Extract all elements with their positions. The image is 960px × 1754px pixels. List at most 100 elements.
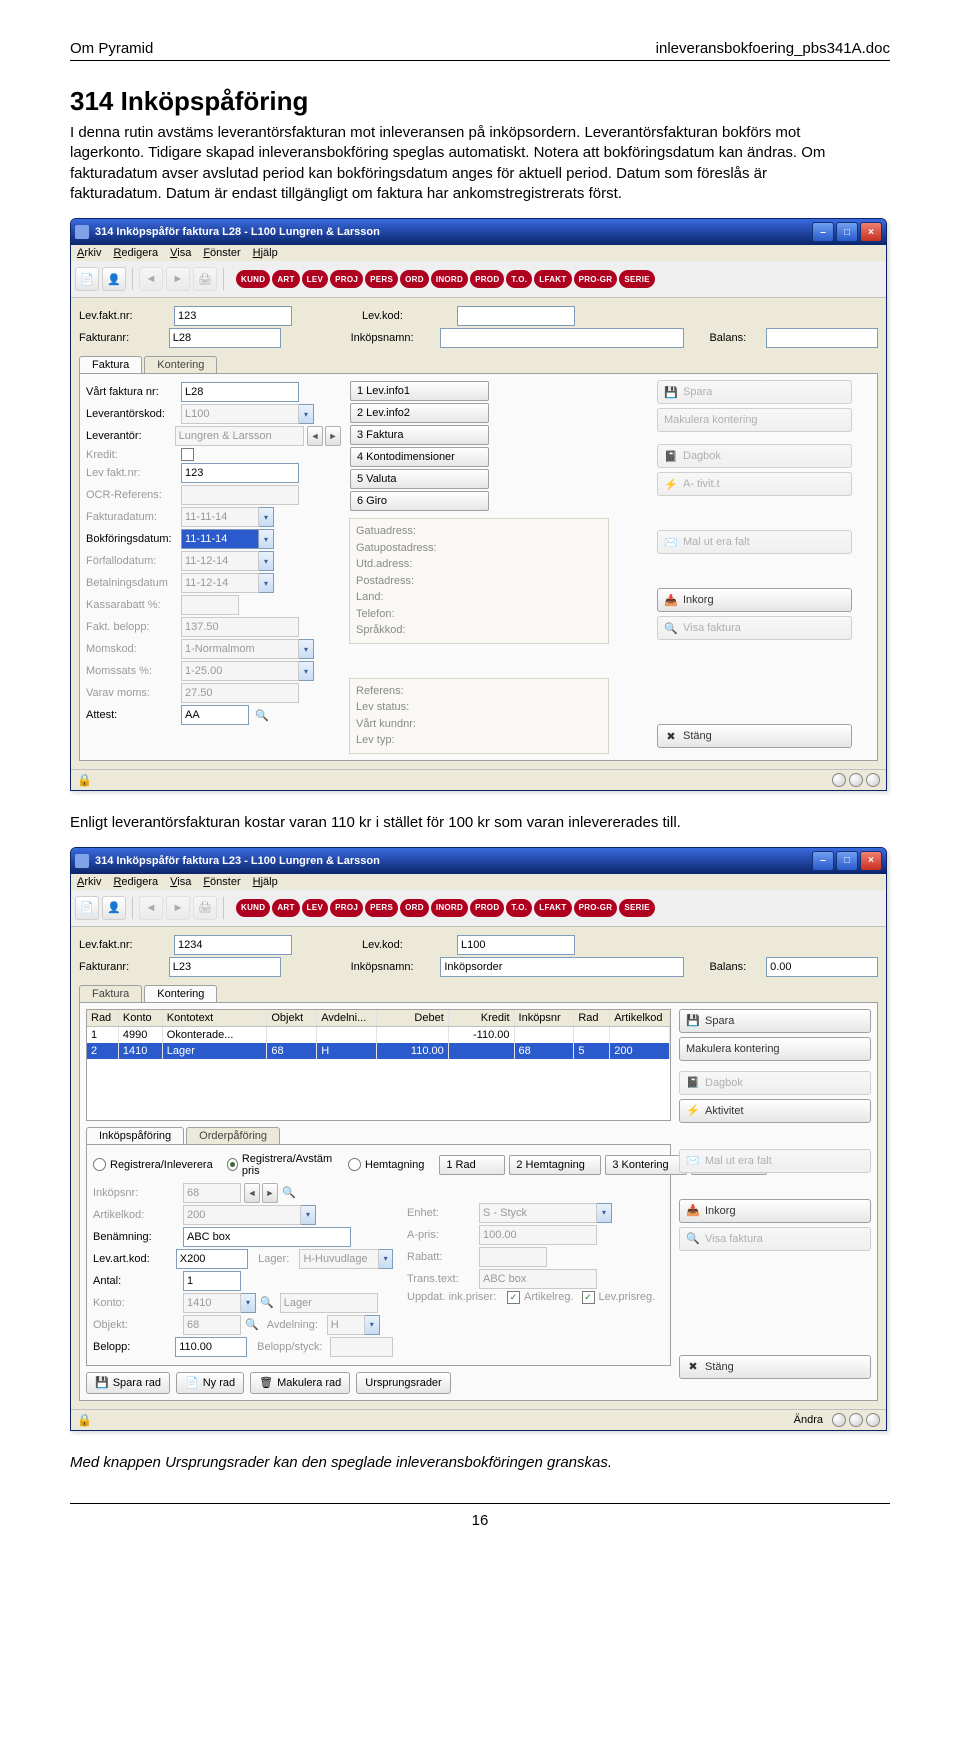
btn-inkorg[interactable]: 📥Inkorg [657,588,852,612]
subtab-inkopspaforing[interactable]: Inköpspåföring [86,1127,184,1144]
chip[interactable]: KUND [236,270,270,288]
chip[interactable]: PERS [365,270,398,288]
chip[interactable]: T.O. [506,270,532,288]
input-transtext[interactable]: ABC box [479,1269,597,1289]
btn-levinfo1[interactable]: 1 Lev.info1 [350,381,489,401]
dropdown-icon[interactable]: ▾ [259,507,274,527]
maximize-button[interactable]: □ [836,851,858,871]
chip[interactable]: LFAKT [534,270,571,288]
input-belopp[interactable]: 110.00 [175,1337,247,1357]
input-fakturanr[interactable]: L28 [169,328,281,348]
chip[interactable]: PROJ [330,270,363,288]
titlebar[interactable]: 314 Inköpspåför faktura L28 - L100 Lungr… [71,219,886,245]
tab-kontering[interactable]: Kontering [144,985,217,1002]
tool-print-icon[interactable]: 🖨 [193,896,217,920]
btn-inkorg[interactable]: 📥Inkorg [679,1199,871,1223]
dropdown-icon[interactable]: ▾ [301,1205,316,1225]
tool-new-icon[interactable]: 📄 [75,267,99,291]
input-avdelning[interactable]: H [327,1315,365,1335]
input-levartkod[interactable]: X200 [176,1249,248,1269]
tab-faktura[interactable]: Faktura [79,356,142,373]
btn-giro[interactable]: 6 Giro [350,491,489,511]
menu-redigera[interactable]: Redigera [113,876,158,888]
table-row[interactable]: 14990Okonterade...-110.00 [87,1027,670,1043]
input-varavmoms[interactable]: 27.50 [181,683,299,703]
input-kassarabatt[interactable] [181,595,239,615]
input-artikelkod[interactable]: 200 [183,1205,301,1225]
btn-hemtagning[interactable]: 2 Hemtagning [509,1155,601,1175]
dropdown-icon[interactable]: ▾ [259,551,274,571]
input-leverantor[interactable]: Lungren & Larsson [175,426,304,446]
tool-print-icon[interactable]: 🖨 [193,267,217,291]
btn-aktivitet[interactable]: ⚡A- tivit.t [657,472,852,496]
dropdown-icon[interactable]: ▾ [597,1203,612,1223]
btn-levinfo2[interactable]: 2 Lev.info2 [350,403,489,423]
checkbox-artikelreg[interactable]: ✓Artikelreg. [507,1291,574,1304]
search-icon[interactable]: 🔍 [282,1186,296,1199]
menu-hjalp[interactable]: Hjälp [253,247,278,259]
dropdown-icon[interactable]: ▾ [299,661,314,681]
menu-hjalp[interactable]: Hjälp [253,876,278,888]
tool-next-icon[interactable]: ► [166,267,190,291]
input-momssats[interactable]: 1-25.00 [181,661,299,681]
checkbox-levprisreg[interactable]: ✓Lev.prisreg. [582,1291,656,1304]
input-fakturadatum[interactable]: 11-11-14 [181,507,259,527]
dropdown-icon[interactable]: ▾ [365,1315,380,1335]
tool-prev-icon[interactable]: ◄ [139,267,163,291]
btn-spara[interactable]: 💾Spara [657,380,852,404]
radio-hemtagning[interactable]: Hemtagning [348,1158,424,1171]
dropdown-icon[interactable]: ▾ [299,404,314,424]
dropdown-icon[interactable]: ▾ [259,529,274,549]
chip[interactable]: INORD [431,270,468,288]
search-icon[interactable]: 🔍 [245,1318,259,1331]
btn-aktivitet[interactable]: ⚡Aktivitet [679,1099,871,1123]
input-beloppstyck[interactable] [330,1337,393,1357]
minimize-button[interactable]: – [812,222,834,242]
nav-next-icon[interactable]: ► [325,426,341,446]
btn-stang[interactable]: ✖Stäng [657,724,852,748]
dropdown-icon[interactable]: ▾ [299,639,314,659]
btn-visa-faktura[interactable]: 🔍Visa faktura [657,616,852,640]
btn-makulera-kontering[interactable]: Makulera kontering [657,408,852,432]
btn-kontodim[interactable]: 4 Kontodimensioner [350,447,489,467]
btn-dagbok[interactable]: 📓Dagbok [657,444,852,468]
tool-prev-icon[interactable]: ◄ [139,896,163,920]
chip[interactable]: SERIE [619,270,655,288]
menu-fonster[interactable]: Fönster [203,876,240,888]
input-inkopsnamn[interactable]: Inköpsorder [440,957,684,977]
input-attest[interactable]: AA [181,705,249,725]
tool-new-icon[interactable]: 📄 [75,896,99,920]
input-momskod[interactable]: 1-Normalmom [181,639,299,659]
input-forfallodatum[interactable]: 11-12-14 [181,551,259,571]
titlebar[interactable]: 314 Inköpspåför faktura L23 - L100 Lungr… [71,848,886,874]
btn-malutfalt[interactable]: ✉️Mal ut era falt [657,530,852,554]
input-vartfaktnr[interactable]: L28 [181,382,299,402]
input-apris[interactable]: 100.00 [479,1225,597,1245]
menu-fonster[interactable]: Fönster [203,247,240,259]
btn-stang[interactable]: ✖Stäng [679,1355,871,1379]
input-levkod[interactable] [457,306,575,326]
menu-visa[interactable]: Visa [170,247,191,259]
input-levfaktnr[interactable]: 123 [174,306,292,326]
menu-visa[interactable]: Visa [170,876,191,888]
menu-redigera[interactable]: Redigera [113,247,158,259]
btn-ursprungsrader[interactable]: Ursprungsrader [356,1372,450,1394]
btn-spara-rad[interactable]: 💾Spara rad [86,1372,170,1394]
dropdown-icon[interactable]: ▾ [259,573,274,593]
menu-arkiv[interactable]: Arkiv [77,247,101,259]
tab-faktura[interactable]: Faktura [79,985,142,1002]
radio-registrera-avstam[interactable]: Registrera/Avstäm pris [227,1153,334,1177]
menu-arkiv[interactable]: Arkiv [77,876,101,888]
chip[interactable]: ORD [400,270,429,288]
btn-makulera-kontering[interactable]: Makulera kontering [679,1037,871,1061]
btn-makulera-rad[interactable]: 🗑Makulera rad [250,1372,350,1394]
nav-prev-icon[interactable]: ◄ [244,1183,260,1203]
input-balans[interactable] [766,328,878,348]
maximize-button[interactable]: □ [836,222,858,242]
input-bokforingsdatum[interactable]: 11-11-14 [181,529,259,549]
input-ocr[interactable] [181,485,299,505]
dropdown-icon[interactable]: ▾ [241,1293,256,1313]
btn-dagbok[interactable]: 📓Dagbok [679,1071,871,1095]
input-antal[interactable]: 1 [183,1271,241,1291]
table-row-selected[interactable]: 21410Lager68H110.00685200 [87,1043,670,1059]
